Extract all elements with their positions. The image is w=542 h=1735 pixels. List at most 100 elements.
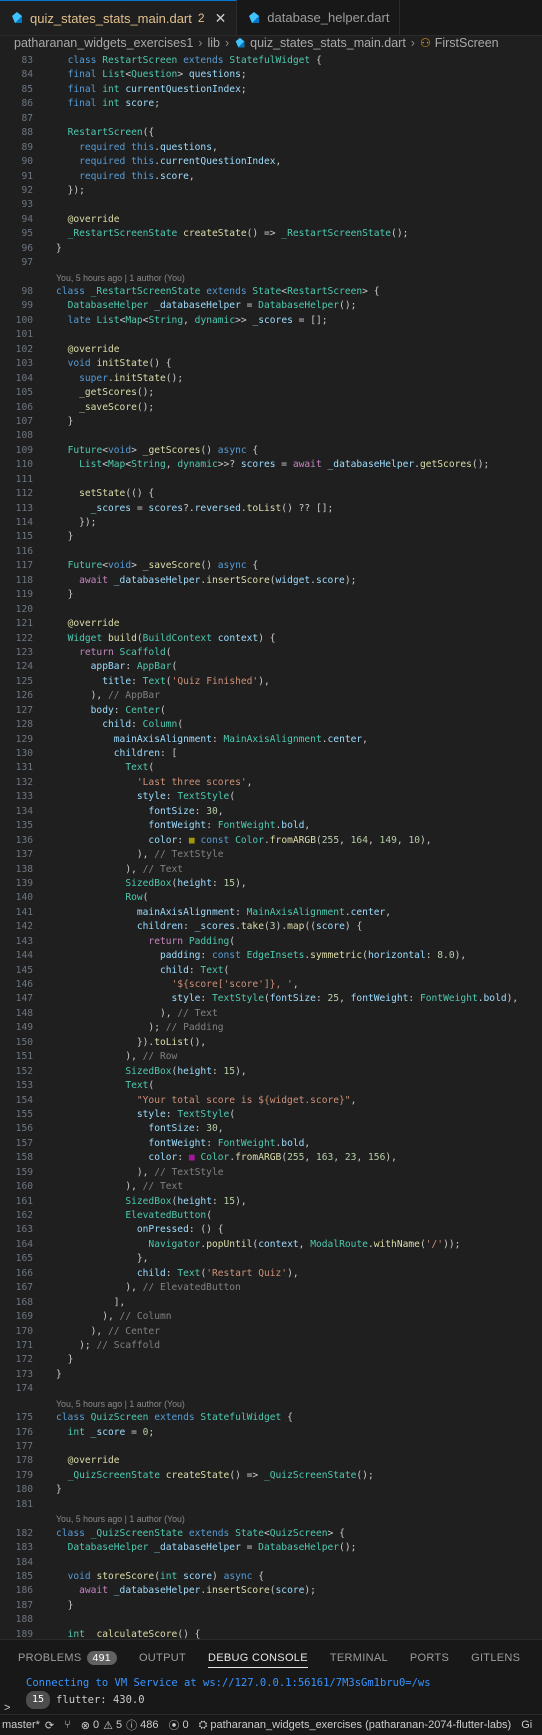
code-line[interactable]: 86 final int score; xyxy=(0,97,542,111)
code-line[interactable]: 183 DatabaseHelper _databaseHelper = Dat… xyxy=(0,1541,542,1555)
code-line[interactable]: 164 Navigator.popUntil(context, ModalRou… xyxy=(0,1238,542,1252)
code-line[interactable]: 114 }); xyxy=(0,516,542,530)
code-line[interactable]: 149 ); // Padding xyxy=(0,1021,542,1035)
code-line[interactable]: 133 style: TextStyle( xyxy=(0,790,542,804)
code-line[interactable]: 173} xyxy=(0,1368,542,1382)
code-line[interactable]: 89 required this.questions, xyxy=(0,141,542,155)
code-line[interactable]: 100 late List<Map<String, dynamic>> _sco… xyxy=(0,314,542,328)
code-line[interactable]: 178 @override xyxy=(0,1454,542,1468)
code-line[interactable]: 188 xyxy=(0,1613,542,1627)
code-line[interactable]: 127 body: Center( xyxy=(0,704,542,718)
workspace-status-item[interactable]: ⛭ patharanan_widgets_exercises (patharan… xyxy=(199,1719,512,1732)
code-line[interactable]: 94 @override xyxy=(0,213,542,227)
code-line[interactable]: 111 xyxy=(0,473,542,487)
code-line[interactable]: 91 required this.score, xyxy=(0,170,542,184)
code-line[interactable]: 117 Future<void> _saveScore() async { xyxy=(0,559,542,573)
code-line[interactable]: 97 xyxy=(0,256,542,270)
code-line[interactable]: 108 xyxy=(0,429,542,443)
close-icon[interactable]: ✕ xyxy=(215,10,227,27)
tab-terminal[interactable]: TERMINAL xyxy=(330,1652,388,1664)
trailing-status-item[interactable]: Gi xyxy=(521,1719,532,1731)
tab-problems[interactable]: PROBLEMS 491 xyxy=(18,1650,117,1665)
code-line[interactable]: 129 mainAxisAlignment: MainAxisAlignment… xyxy=(0,733,542,747)
code-line[interactable]: 124 appBar: AppBar( xyxy=(0,660,542,674)
code-line[interactable]: 156 fontSize: 30, xyxy=(0,1122,542,1136)
code-line[interactable]: 128 child: Column( xyxy=(0,718,542,732)
code-line[interactable]: 170 ), // Center xyxy=(0,1325,542,1339)
code-line[interactable]: 177 xyxy=(0,1440,542,1454)
code-line[interactable]: 140 Row( xyxy=(0,891,542,905)
code-line[interactable]: 96} xyxy=(0,242,542,256)
code-line[interactable]: 138 ), // Text xyxy=(0,863,542,877)
code-line[interactable]: 113 _scores = scores?.reversed.toList() … xyxy=(0,502,542,516)
code-line[interactable]: 174 xyxy=(0,1382,542,1396)
code-line[interactable]: 83 class RestartScreen extends StatefulW… xyxy=(0,54,542,68)
code-line[interactable]: 125 title: Text('Quiz Finished'), xyxy=(0,675,542,689)
code-line[interactable]: 102 @override xyxy=(0,343,542,357)
code-line[interactable]: 90 required this.currentQuestionIndex, xyxy=(0,155,542,169)
code-line[interactable]: 184 xyxy=(0,1556,542,1570)
problems-status-item[interactable]: ⊗ 0 ⚠ 5 ⓘ 486 xyxy=(81,1717,159,1733)
tab-output[interactable]: OUTPUT xyxy=(139,1652,186,1664)
code-line[interactable]: 136 color: ■ const Color.fromARGB(255, 1… xyxy=(0,834,542,848)
code-line[interactable]: 180} xyxy=(0,1483,542,1497)
code-line[interactable]: 112 setState(() { xyxy=(0,487,542,501)
code-line[interactable]: 148 ), // Text xyxy=(0,1007,542,1021)
breadcrumb-symbol[interactable]: FirstScreen xyxy=(435,36,499,50)
code-line[interactable]: 87 xyxy=(0,112,542,126)
code-editor[interactable]: 83 class RestartScreen extends StatefulW… xyxy=(0,54,542,1639)
code-line[interactable]: 93 xyxy=(0,198,542,212)
breadcrumb-file[interactable]: quiz_states_stats_main.dart xyxy=(250,36,406,50)
code-line[interactable]: 187 } xyxy=(0,1599,542,1613)
code-line[interactable]: 169 ), // Column xyxy=(0,1310,542,1324)
code-line[interactable]: 161 SizedBox(height: 15), xyxy=(0,1195,542,1209)
code-line[interactable]: 175 class QuizScreen extends StatefulWidg… xyxy=(0,1411,542,1425)
code-line[interactable]: 101 xyxy=(0,328,542,342)
ports-status-item[interactable]: ⦿ 0 xyxy=(168,1717,188,1733)
code-line[interactable]: 126 ), // AppBar xyxy=(0,689,542,703)
code-line[interactable]: 186 await _databaseHelper.insertScore(sc… xyxy=(0,1584,542,1598)
code-line[interactable]: 109 Future<void> _getScores() async { xyxy=(0,444,542,458)
code-line[interactable]: 122 Widget build(BuildContext context) { xyxy=(0,632,542,646)
code-line[interactable]: 106 _saveScore(); xyxy=(0,401,542,415)
code-line[interactable]: 163 onPressed: () { xyxy=(0,1223,542,1237)
tab-database-helper[interactable]: database_helper.dart xyxy=(237,0,401,35)
git-blame-annotation[interactable]: You, 5 hours ago | 1 author (You) xyxy=(0,1397,542,1411)
code-line[interactable]: 189 int _calculateScore() { xyxy=(0,1628,542,1639)
code-line[interactable]: 176 int _score = 0; xyxy=(0,1426,542,1440)
breadcrumb-root[interactable]: patharanan_widgets_exercises1 xyxy=(14,36,193,50)
code-line[interactable]: 166 child: Text('Restart Quiz'), xyxy=(0,1267,542,1281)
code-line[interactable]: 123 return Scaffold( xyxy=(0,646,542,660)
code-line[interactable]: 120 xyxy=(0,603,542,617)
code-line[interactable]: 107 } xyxy=(0,415,542,429)
code-line[interactable]: 99 DatabaseHelper _databaseHelper = Data… xyxy=(0,299,542,313)
code-line[interactable]: 132 'Last three scores', xyxy=(0,776,542,790)
code-line[interactable]: 159 ), // TextStyle xyxy=(0,1166,542,1180)
code-line[interactable]: 150 }).toList(), xyxy=(0,1036,542,1050)
code-line[interactable]: 130 children: [ xyxy=(0,747,542,761)
tab-ports[interactable]: PORTS xyxy=(410,1652,449,1664)
breadcrumb-folder[interactable]: lib xyxy=(207,36,220,50)
code-line[interactable]: 144 padding: const EdgeInsets.symmetric(… xyxy=(0,949,542,963)
code-line[interactable]: 185 void storeScore(int score) async { xyxy=(0,1570,542,1584)
code-line[interactable]: 137 ), // TextStyle xyxy=(0,848,542,862)
code-line[interactable]: 103 void initState() { xyxy=(0,357,542,371)
code-line[interactable]: 147 style: TextStyle(fontSize: 25, fontW… xyxy=(0,992,542,1006)
code-line[interactable]: 146 '${score['score']}, ', xyxy=(0,978,542,992)
code-line[interactable]: 157 fontWeight: FontWeight.bold, xyxy=(0,1137,542,1151)
git-blame-annotation[interactable]: You, 5 hours ago | 1 author (You) xyxy=(0,271,542,285)
code-line[interactable]: 171 ); // Scaffold xyxy=(0,1339,542,1353)
tab-debug-console[interactable]: DEBUG CONSOLE xyxy=(207,1652,308,1668)
code-line[interactable]: 116 xyxy=(0,545,542,559)
code-line[interactable]: 135 fontWeight: FontWeight.bold, xyxy=(0,819,542,833)
code-line[interactable]: 85 final int currentQuestionIndex; xyxy=(0,83,542,97)
code-line[interactable]: 104 super.initState(); xyxy=(0,372,542,386)
code-line[interactable]: 115 } xyxy=(0,530,542,544)
code-line[interactable]: 142 children: _scores.take(3).map((score… xyxy=(0,920,542,934)
code-line[interactable]: 167 ), // ElevatedButton xyxy=(0,1281,542,1295)
code-line[interactable]: 181 xyxy=(0,1498,542,1512)
code-line[interactable]: 143 return Padding( xyxy=(0,935,542,949)
code-line[interactable]: 139 SizedBox(height: 15), xyxy=(0,877,542,891)
code-line[interactable]: 84 final List<Question> questions; xyxy=(0,68,542,82)
code-line[interactable]: 131 Text( xyxy=(0,761,542,775)
